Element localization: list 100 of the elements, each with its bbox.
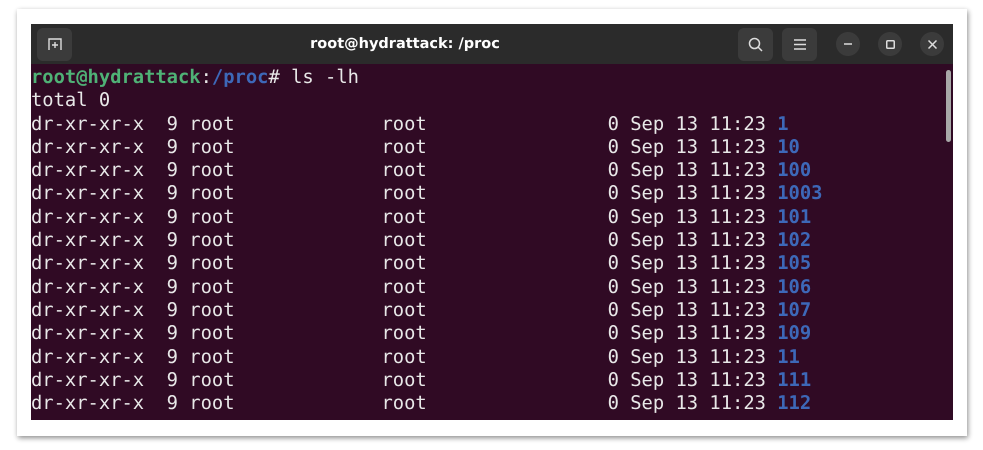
group: root xyxy=(382,114,427,135)
link-count: 9 xyxy=(166,276,178,298)
modified-date: Sep 13 11:23 xyxy=(630,370,766,391)
file-size: 0 xyxy=(608,183,619,204)
link-count: 9 xyxy=(166,253,178,274)
group: root xyxy=(382,346,427,368)
owner: root xyxy=(189,206,235,228)
file-name: 11 xyxy=(777,346,800,369)
link-count: 9 xyxy=(166,114,178,135)
file-size: 0 xyxy=(608,370,619,391)
owner: root xyxy=(189,230,235,252)
file-name: 107 xyxy=(777,298,812,322)
close-button[interactable] xyxy=(920,32,944,56)
prompt-separator: : xyxy=(200,66,212,90)
group: root xyxy=(382,230,427,252)
group: root xyxy=(382,393,427,414)
modified-date: Sep 13 11:23 xyxy=(630,136,766,158)
modified-date: Sep 13 11:23 xyxy=(630,230,766,252)
file-size: 0 xyxy=(608,300,619,321)
link-count: 9 xyxy=(166,136,178,158)
prompt-symbol: # xyxy=(268,66,280,90)
owner: root xyxy=(189,323,235,344)
group: root xyxy=(382,276,427,298)
group: root xyxy=(382,136,427,158)
file-size: 0 xyxy=(608,136,619,158)
file-name: 100 xyxy=(777,159,812,182)
window-title: root@hydrattack: /proc xyxy=(310,36,500,52)
permissions: dr-xr-xr-x xyxy=(31,114,144,135)
link-count: 9 xyxy=(166,346,178,368)
owner: root xyxy=(189,346,235,368)
permissions: dr-xr-xr-x xyxy=(31,136,144,158)
modified-date: Sep 13 11:23 xyxy=(630,206,766,228)
file-size: 0 xyxy=(608,253,619,274)
file-size: 0 xyxy=(608,114,619,135)
menu-button[interactable] xyxy=(782,28,817,60)
modified-date: Sep 13 11:23 xyxy=(630,300,766,321)
owner: root xyxy=(189,253,235,274)
modified-date: Sep 13 11:23 xyxy=(630,346,766,368)
link-count: 9 xyxy=(166,323,178,344)
group: root xyxy=(382,323,427,344)
modified-date: Sep 13 11:23 xyxy=(630,114,766,135)
modified-date: Sep 13 11:23 xyxy=(630,323,766,344)
modified-date: Sep 13 11:23 xyxy=(630,160,766,182)
link-count: 9 xyxy=(166,230,178,252)
file-size: 0 xyxy=(608,160,619,182)
file-name: 101 xyxy=(777,206,812,230)
link-count: 9 xyxy=(166,183,178,204)
file-size: 0 xyxy=(608,393,619,414)
file-name: 1003 xyxy=(777,182,822,206)
group: root xyxy=(382,253,427,274)
file-size: 0 xyxy=(608,346,619,368)
link-count: 9 xyxy=(166,300,178,321)
permissions: dr-xr-xr-x xyxy=(31,300,144,321)
file-size: 0 xyxy=(608,323,619,344)
link-count: 9 xyxy=(166,160,178,182)
maximize-button[interactable] xyxy=(878,32,902,56)
scrollbar[interactable] xyxy=(946,70,951,142)
permissions: dr-xr-xr-x xyxy=(31,370,144,391)
file-name: 111 xyxy=(777,368,812,392)
file-name: 112 xyxy=(777,392,812,416)
new-tab-button[interactable] xyxy=(37,28,72,60)
permissions: dr-xr-xr-x xyxy=(31,323,144,344)
file-name: 109 xyxy=(777,322,812,346)
file-size: 0 xyxy=(608,276,619,298)
minimize-button[interactable] xyxy=(836,32,860,56)
permissions: dr-xr-xr-x xyxy=(31,183,144,204)
search-icon xyxy=(748,36,763,52)
file-name: 106 xyxy=(777,276,812,299)
link-count: 9 xyxy=(166,393,178,414)
permissions: dr-xr-xr-x xyxy=(31,206,144,228)
minimize-icon xyxy=(844,43,852,45)
modified-date: Sep 13 11:23 xyxy=(630,393,766,414)
modified-date: Sep 13 11:23 xyxy=(630,276,766,298)
prompt-path: /proc xyxy=(212,66,268,90)
command-text: ls -lh xyxy=(290,66,359,90)
file-name: 105 xyxy=(777,252,812,276)
owner: root xyxy=(189,183,235,204)
link-count: 9 xyxy=(166,206,178,228)
owner: root xyxy=(189,300,235,321)
group: root xyxy=(382,206,427,228)
link-count: 9 xyxy=(166,370,178,391)
modified-date: Sep 13 11:23 xyxy=(630,253,766,274)
owner: root xyxy=(189,393,235,414)
file-size: 0 xyxy=(608,230,619,252)
file-name: 10 xyxy=(777,136,800,160)
permissions: dr-xr-xr-x xyxy=(31,230,144,252)
menu-icon xyxy=(794,38,806,50)
file-name: 1 xyxy=(777,112,789,136)
owner: root xyxy=(189,160,235,182)
total-line: total 0 xyxy=(31,89,110,113)
search-button[interactable] xyxy=(738,28,773,60)
owner: root xyxy=(189,276,235,298)
maximize-icon xyxy=(886,40,894,48)
group: root xyxy=(382,183,427,204)
permissions: dr-xr-xr-x xyxy=(31,276,144,298)
owner: root xyxy=(189,370,235,391)
permissions: dr-xr-xr-x xyxy=(31,393,144,414)
owner: root xyxy=(189,136,235,158)
group: root xyxy=(382,300,427,321)
permissions: dr-xr-xr-x xyxy=(31,160,144,182)
